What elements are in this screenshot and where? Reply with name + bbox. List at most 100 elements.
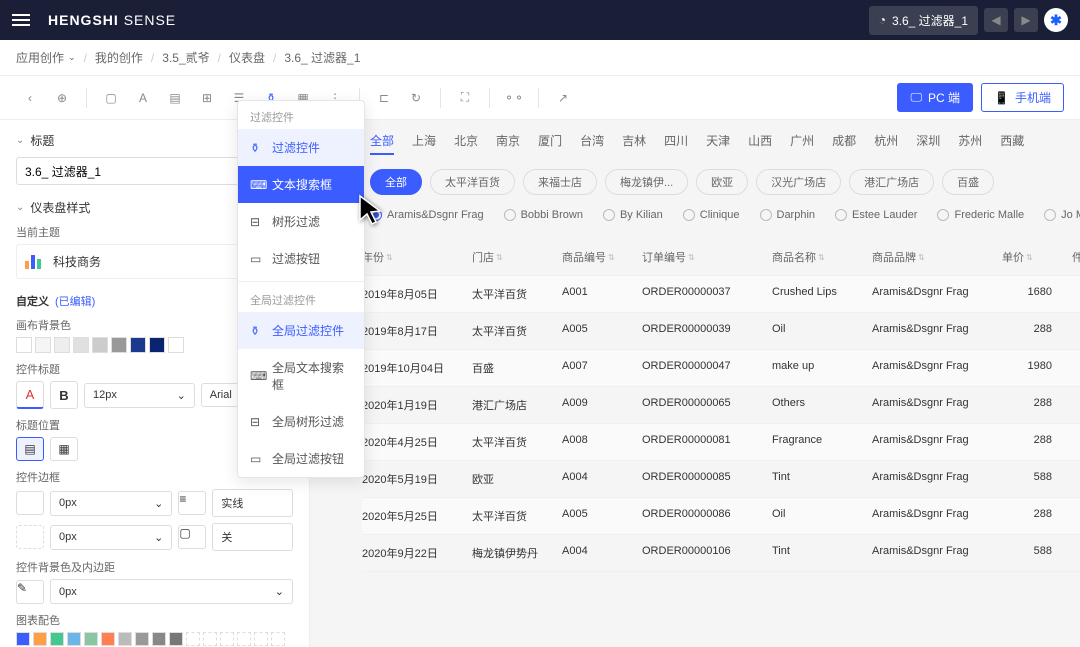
table-row[interactable]: 2020年4月25日太平洋百货A008ORDER00000081Fragranc… — [362, 424, 1080, 461]
store-pill[interactable]: 汉光广场店 — [756, 169, 841, 195]
store-pill[interactable]: 欧亚 — [696, 169, 748, 195]
table-row[interactable]: 2020年1月19日港汇广场店A009ORDER00000065OthersAr… — [362, 387, 1080, 424]
pos-left-button[interactable]: ▤ — [16, 437, 44, 461]
border-radius-select[interactable]: 0px⌄ — [50, 525, 172, 550]
menu-item-global-filter[interactable]: ⚱全局过滤控件 — [238, 312, 364, 349]
palette-empty[interactable] — [271, 632, 285, 646]
table-header-cell[interactable]: 门店⇅ — [472, 249, 562, 265]
palette-swatch[interactable] — [67, 632, 81, 646]
brand-radio[interactable]: Bobbi Brown — [504, 209, 583, 221]
table-header-cell[interactable]: 订单编号⇅ — [642, 249, 772, 265]
table-header-cell[interactable]: 年份⇅ — [362, 249, 472, 265]
mobile-view-button[interactable]: 📱手机端 — [981, 83, 1064, 112]
palette-swatch[interactable] — [16, 632, 30, 646]
region-tab[interactable]: 山西 — [748, 132, 772, 155]
nav-next-button[interactable]: ▶ — [1014, 8, 1038, 32]
export-icon[interactable]: ↗ — [549, 84, 577, 112]
pc-view-button[interactable]: 🖵PC 端 — [897, 83, 973, 112]
region-tab[interactable]: 全部 — [370, 132, 394, 155]
border-style-select[interactable]: 实线 — [212, 489, 293, 517]
store-pill[interactable]: 太平洋百货 — [430, 169, 515, 195]
color-swatch[interactable] — [111, 337, 127, 353]
menu-item-global-search[interactable]: ⌨全局文本搜索框 — [238, 349, 364, 403]
image-icon[interactable]: ▢ — [97, 84, 125, 112]
table-row[interactable]: 2020年9月22日梅龙镇伊势丹A004ORDER00000106TintAra… — [362, 535, 1080, 572]
font-color-button[interactable]: A — [16, 381, 44, 409]
padding-select[interactable]: 0px⌄ — [50, 579, 293, 604]
table-header-cell[interactable]: 单价⇅ — [1002, 249, 1072, 265]
table-row[interactable]: 2020年5月25日太平洋百货A005ORDER00000086OilArami… — [362, 498, 1080, 535]
store-pill[interactable]: 港汇广场店 — [849, 169, 934, 195]
palette-swatch[interactable] — [84, 632, 98, 646]
breadcrumb-item[interactable]: 3.5_贰爷 — [162, 49, 209, 66]
align-icon[interactable]: ⊏ — [370, 84, 398, 112]
palette-empty[interactable] — [220, 632, 234, 646]
layout-icon[interactable]: ▤ — [161, 84, 189, 112]
region-tab[interactable]: 天津 — [706, 132, 730, 155]
palette-swatch[interactable] — [169, 632, 183, 646]
region-tab[interactable]: 北京 — [454, 132, 478, 155]
store-pill[interactable]: 全部 — [370, 169, 422, 195]
menu-item-global-tree[interactable]: ⊟全局树形过滤 — [238, 403, 364, 440]
border-radius-icon[interactable] — [16, 525, 44, 549]
color-swatch[interactable] — [54, 337, 70, 353]
brand-radio[interactable]: Jo Malone — [1044, 209, 1080, 221]
brand-radio[interactable]: Aramis&Dsgnr Frag — [370, 209, 484, 221]
region-tab[interactable]: 杭州 — [874, 132, 898, 155]
region-tab[interactable]: 南京 — [496, 132, 520, 155]
brand-radio[interactable]: Darphin — [760, 209, 816, 221]
region-tab[interactable]: 广州 — [790, 132, 814, 155]
nav-prev-button[interactable]: ◀ — [984, 8, 1008, 32]
share-icon[interactable]: ⚬⚬ — [500, 84, 528, 112]
breadcrumb-item[interactable]: 我的创作 — [95, 49, 143, 66]
brand-radio[interactable]: Clinique — [683, 209, 740, 221]
brand-radio[interactable]: Estee Lauder — [835, 209, 917, 221]
palette-empty[interactable] — [237, 632, 251, 646]
expand-icon[interactable]: ⛶ — [451, 84, 479, 112]
pos-top-button[interactable]: ▦ — [50, 437, 78, 461]
table-row[interactable]: 2019年8月17日太平洋百货A005ORDER00000039OilArami… — [362, 313, 1080, 350]
region-tab[interactable]: 西藏 — [1000, 132, 1024, 155]
table-row[interactable]: 2020年5月19日欧亚A004ORDER00000085TintAramis&… — [362, 461, 1080, 498]
brand-radio[interactable]: Frederic Malle — [937, 209, 1024, 221]
menu-item-global-button[interactable]: ▭全局过滤按钮 — [238, 440, 364, 477]
hamburger-icon[interactable] — [12, 8, 36, 32]
zoom-icon[interactable]: ⊕ — [48, 84, 76, 112]
region-tab[interactable]: 厦门 — [538, 132, 562, 155]
region-tab[interactable]: 上海 — [412, 132, 436, 155]
font-bold-button[interactable]: B — [50, 381, 78, 409]
border-style-icon[interactable]: ≡ — [178, 491, 206, 515]
region-tab[interactable]: 台湾 — [580, 132, 604, 155]
palette-swatch[interactable] — [118, 632, 132, 646]
color-swatch[interactable] — [73, 337, 89, 353]
breadcrumb-item[interactable]: 仪表盘 — [229, 49, 265, 66]
table-header-cell[interactable]: 商品编号⇅ — [562, 249, 642, 265]
menu-item-filter-button[interactable]: ▭过滤按钮 — [238, 240, 364, 277]
table-row[interactable]: 2019年10月04日百盛A007ORDER00000047make upAra… — [362, 350, 1080, 387]
menu-item-filter-control[interactable]: ⚱过滤控件 — [238, 129, 364, 166]
palette-empty[interactable] — [203, 632, 217, 646]
brand-radio[interactable]: By Kilian — [603, 209, 663, 221]
palette-empty[interactable] — [186, 632, 200, 646]
palette-empty[interactable] — [254, 632, 268, 646]
color-swatch[interactable] — [168, 337, 184, 353]
region-tab[interactable]: 成都 — [832, 132, 856, 155]
palette-swatch[interactable] — [33, 632, 47, 646]
header-current-tab[interactable]: ◔ 3.6_ 过滤器_1 — [869, 6, 978, 35]
text-icon[interactable]: A — [129, 84, 157, 112]
breadcrumb-item[interactable]: 应用创作 ⌄ — [16, 49, 76, 66]
store-pill[interactable]: 来福士店 — [523, 169, 597, 195]
region-tab[interactable]: 深圳 — [916, 132, 940, 155]
bg-color-icon[interactable]: ✎ — [16, 580, 44, 604]
color-swatch[interactable] — [130, 337, 146, 353]
grid-icon[interactable]: ⊞ — [193, 84, 221, 112]
table-header-cell[interactable]: 商品名称⇅ — [772, 249, 872, 265]
region-tab[interactable]: 苏州 — [958, 132, 982, 155]
region-tab[interactable]: 四川 — [664, 132, 688, 155]
menu-item-tree-filter[interactable]: ⊟树形过滤 — [238, 203, 364, 240]
shadow-select[interactable]: 关 — [212, 523, 293, 551]
store-pill[interactable]: 梅龙镇伊... — [605, 169, 688, 195]
refresh-icon[interactable]: ↻ — [402, 84, 430, 112]
color-swatch[interactable] — [16, 337, 32, 353]
palette-swatch[interactable] — [135, 632, 149, 646]
